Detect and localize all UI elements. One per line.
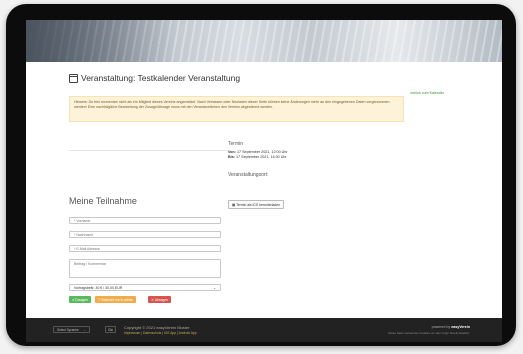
email-input[interactable] [69,245,221,252]
maybe-button[interactable]: ? Vielleicht noch unklar [95,296,136,303]
first-name-input[interactable] [69,217,221,224]
browser-screen: Veranstaltung: Testkalender Veranstaltun… [26,20,502,342]
device-frame: Veranstaltung: Testkalender Veranstaltun… [6,4,516,346]
ics-button-label: Termin als ICS herunterladen [236,202,281,207]
powered-brand[interactable]: easyVerein [451,325,470,329]
language-select-value: Select Sprache [57,327,79,332]
footer [26,318,502,342]
calendar-icon [69,73,78,83]
powered-prefix: powered by [431,325,452,329]
bis-value: 17 September 2021, 14:00 Uhr [236,155,287,159]
participation-heading: Meine Teilnahme [69,196,137,206]
divider [69,150,228,151]
ics-download-button[interactable]: ▦ Termin als ICS herunterladen [228,200,285,209]
accept-button[interactable]: ✔ Zusagen [69,296,92,303]
von-value: 17 September 2021, 12:00 Uhr [236,150,288,154]
back-to-calendar-link[interactable]: zurück zum Kalender [410,91,444,95]
copyright-text: Copyright © 2021 easyVerein Muster [124,325,190,330]
language-select[interactable]: Select Sprache ⌄ [53,326,90,333]
powered-by: powered by easyVerein [432,325,470,329]
chevron-down-icon: ⌄ [83,327,86,332]
von-label: Von: [228,150,236,154]
comment-textarea[interactable] [69,259,221,278]
header-banner-shade [26,20,176,62]
member-notice: Hinweis: Du bist momentan nicht als ein … [69,96,404,122]
bis-label: Bis: [228,155,235,159]
price-select[interactable]: Vorlragsbeitr. 30 € / 30,00 EUR ⌄ [69,284,221,291]
accept-label: Zusagen [74,297,89,302]
decline-button[interactable]: ✕ Absagen [148,296,172,303]
termin-start: Von: 17 September 2021, 12:00 Uhr [228,150,288,154]
termin-end: Bis: 17 September 2021, 14:00 Uhr [228,155,287,159]
location-heading: Veranstaltungsort: [228,172,269,178]
maybe-label: Vielleicht noch unklar [100,297,133,302]
last-name-input[interactable] [69,231,221,238]
decline-label: Absagen [154,297,169,302]
page-title: Veranstaltung: Testkalender Veranstaltun… [69,73,240,83]
go-button[interactable]: Go [105,326,116,333]
page-title-text: Veranstaltung: Testkalender Veranstaltun… [81,73,241,83]
price-select-value: Vorlragsbeitr. 30 € / 30,00 EUR [74,285,123,290]
footer-links[interactable]: Impressum | Datenschutz | iOS App | Andr… [124,331,197,335]
chevron-down-icon: ⌄ [213,285,216,290]
termin-heading: Termin [228,141,244,147]
cookie-note: Diese Seite verwendet Cookies um den Log… [388,331,470,335]
